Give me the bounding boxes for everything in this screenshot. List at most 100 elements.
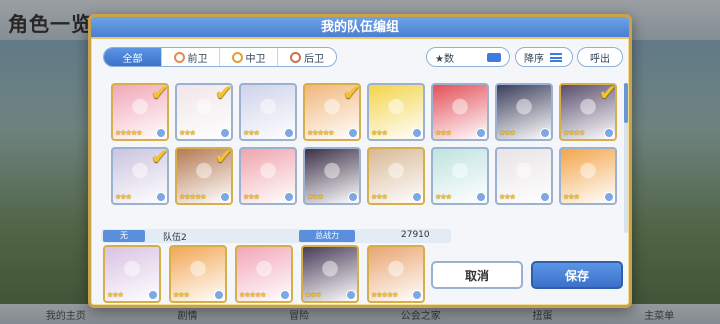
filter-row: 全部 前卫 中卫 后卫 ★数 降序 呼出 bbox=[101, 47, 625, 69]
save-button[interactable]: 保存 bbox=[531, 261, 623, 289]
team-member-slot[interactable]: ★★★ bbox=[301, 245, 359, 303]
scrollbar-thumb[interactable] bbox=[624, 83, 628, 123]
rank-icon bbox=[348, 128, 358, 138]
rank-icon bbox=[412, 192, 422, 202]
character-card[interactable]: ★★★ bbox=[239, 83, 297, 141]
rank-icon bbox=[412, 290, 422, 300]
rank-icon bbox=[604, 128, 614, 138]
character-card[interactable]: ★★★★★ ✔ bbox=[303, 83, 361, 141]
sort-order-icon bbox=[550, 52, 562, 62]
rank-icon bbox=[476, 192, 486, 202]
star-rating: ★★★ bbox=[435, 129, 452, 137]
tab-all-label: 全部 bbox=[122, 53, 143, 65]
star-rating: ★★★ bbox=[371, 129, 388, 137]
character-card[interactable]: ★★★★ ✔ bbox=[559, 83, 617, 141]
star-rating: ★★★ bbox=[173, 291, 190, 299]
character-card[interactable]: ★★★★★ ✔ bbox=[175, 147, 233, 205]
tab-vanguard[interactable]: 前卫 bbox=[162, 48, 220, 66]
rank-icon bbox=[412, 128, 422, 138]
vanguard-icon bbox=[173, 51, 185, 63]
tab-rearguard[interactable]: 后卫 bbox=[278, 48, 336, 66]
character-card[interactable]: ★★★ bbox=[431, 83, 489, 141]
tab-rearguard-label: 后卫 bbox=[304, 53, 324, 65]
star-rating: ★★★ bbox=[107, 291, 124, 299]
rank-icon bbox=[284, 192, 294, 202]
star-rating: ★★★ bbox=[371, 193, 388, 201]
team-member-slot[interactable]: ★★★★★ bbox=[367, 245, 425, 303]
rank-icon bbox=[476, 128, 486, 138]
rearguard-icon bbox=[290, 51, 301, 63]
dialog-title: 我的队伍编组 bbox=[91, 17, 629, 39]
team-edit-dialog: 我的队伍编组 全部 前卫 中卫 后卫 ★数 降序 呼出 ★★★★★ ✔ ★★★ … bbox=[88, 14, 632, 308]
character-card[interactable]: ★★★ bbox=[559, 147, 617, 205]
team-slots: ★★★ ★★★ ★★★★★ ★★★ ★★★★★ bbox=[103, 245, 433, 305]
total-power-value: 27910 bbox=[401, 230, 430, 240]
character-card[interactable]: ★★★★★ ✔ bbox=[111, 83, 169, 141]
star-rating: ★★★ bbox=[305, 291, 322, 299]
character-card[interactable]: ★★★ bbox=[367, 83, 425, 141]
sort-label: ★数 bbox=[435, 53, 454, 65]
check-icon: ✔ bbox=[214, 147, 233, 170]
star-rating: ★★★ bbox=[499, 193, 516, 201]
character-card[interactable]: ★★★ ✔ bbox=[175, 83, 233, 141]
team-member-slot[interactable]: ★★★ bbox=[103, 245, 161, 303]
rank-icon bbox=[348, 192, 358, 202]
character-card[interactable]: ★★★ bbox=[495, 83, 553, 141]
rank-icon bbox=[284, 128, 294, 138]
total-power-label: 总战力 bbox=[299, 230, 355, 242]
check-icon: ✔ bbox=[150, 83, 169, 106]
rank-icon bbox=[220, 128, 230, 138]
order-label: 降序 bbox=[524, 53, 544, 65]
star-rating: ★★★ bbox=[499, 129, 516, 137]
check-icon: ✔ bbox=[214, 83, 233, 106]
team-member-slot[interactable]: ★★★★★ bbox=[235, 245, 293, 303]
character-card[interactable]: ★★★ bbox=[303, 147, 361, 205]
star-rating: ★★★ bbox=[115, 193, 132, 201]
rank-icon bbox=[346, 290, 356, 300]
call-button[interactable]: 呼出 bbox=[577, 47, 623, 67]
star-rating: ★★★ bbox=[563, 193, 580, 201]
call-label: 呼出 bbox=[590, 53, 610, 65]
character-card[interactable]: ★★★ ✔ bbox=[111, 147, 169, 205]
sort-star-button[interactable]: ★数 bbox=[426, 47, 510, 67]
character-card[interactable]: ★★★ bbox=[431, 147, 489, 205]
check-icon: ✔ bbox=[150, 147, 169, 170]
character-grid: ★★★★★ ✔ ★★★ ✔ ★★★ ★★★★★ ✔ ★★★ ★★★ ★★★ ★★★★ ✔ ★★★ ✔ ★★★… bbox=[111, 83, 621, 233]
position-tabs: 全部 前卫 中卫 后卫 bbox=[103, 47, 337, 67]
rank-icon bbox=[214, 290, 224, 300]
rank-icon bbox=[148, 290, 158, 300]
star-rating: ★★★★★ bbox=[239, 291, 266, 299]
team-member-slot[interactable]: ★★★ bbox=[169, 245, 227, 303]
star-rating: ★★★ bbox=[243, 129, 260, 137]
star-rating: ★★★★★ bbox=[179, 193, 206, 201]
character-card[interactable]: ★★★ bbox=[239, 147, 297, 205]
order-button[interactable]: 降序 bbox=[515, 47, 573, 67]
star-rating: ★★★★★ bbox=[115, 129, 142, 137]
character-card[interactable]: ★★★ bbox=[495, 147, 553, 205]
star-rating: ★★★★★ bbox=[307, 129, 334, 137]
check-icon: ✔ bbox=[342, 83, 361, 106]
cancel-button[interactable]: 取消 bbox=[431, 261, 523, 289]
star-rating: ★★★★★ bbox=[371, 291, 398, 299]
sort-toggle-icon bbox=[487, 52, 501, 62]
team-info-bar: 无 队伍2 总战力 27910 bbox=[101, 229, 451, 243]
tab-vanguard-label: 前卫 bbox=[187, 53, 208, 65]
star-rating: ★★★ bbox=[307, 193, 324, 201]
midguard-icon bbox=[231, 51, 243, 63]
rank-icon bbox=[540, 128, 550, 138]
tab-all[interactable]: 全部 bbox=[104, 48, 162, 66]
rank-icon bbox=[156, 192, 166, 202]
star-rating: ★★★★ bbox=[563, 129, 585, 137]
star-rating: ★★★ bbox=[243, 193, 260, 201]
rank-icon bbox=[604, 192, 614, 202]
grid-scrollbar[interactable] bbox=[624, 83, 628, 233]
tab-midguard[interactable]: 中卫 bbox=[220, 48, 278, 66]
check-icon: ✔ bbox=[598, 83, 617, 106]
star-rating: ★★★ bbox=[179, 129, 196, 137]
star-rating: ★★★ bbox=[435, 193, 452, 201]
character-card[interactable]: ★★★ bbox=[367, 147, 425, 205]
rank-icon bbox=[220, 192, 230, 202]
rank-icon bbox=[540, 192, 550, 202]
rank-icon bbox=[156, 128, 166, 138]
rank-icon bbox=[280, 290, 290, 300]
